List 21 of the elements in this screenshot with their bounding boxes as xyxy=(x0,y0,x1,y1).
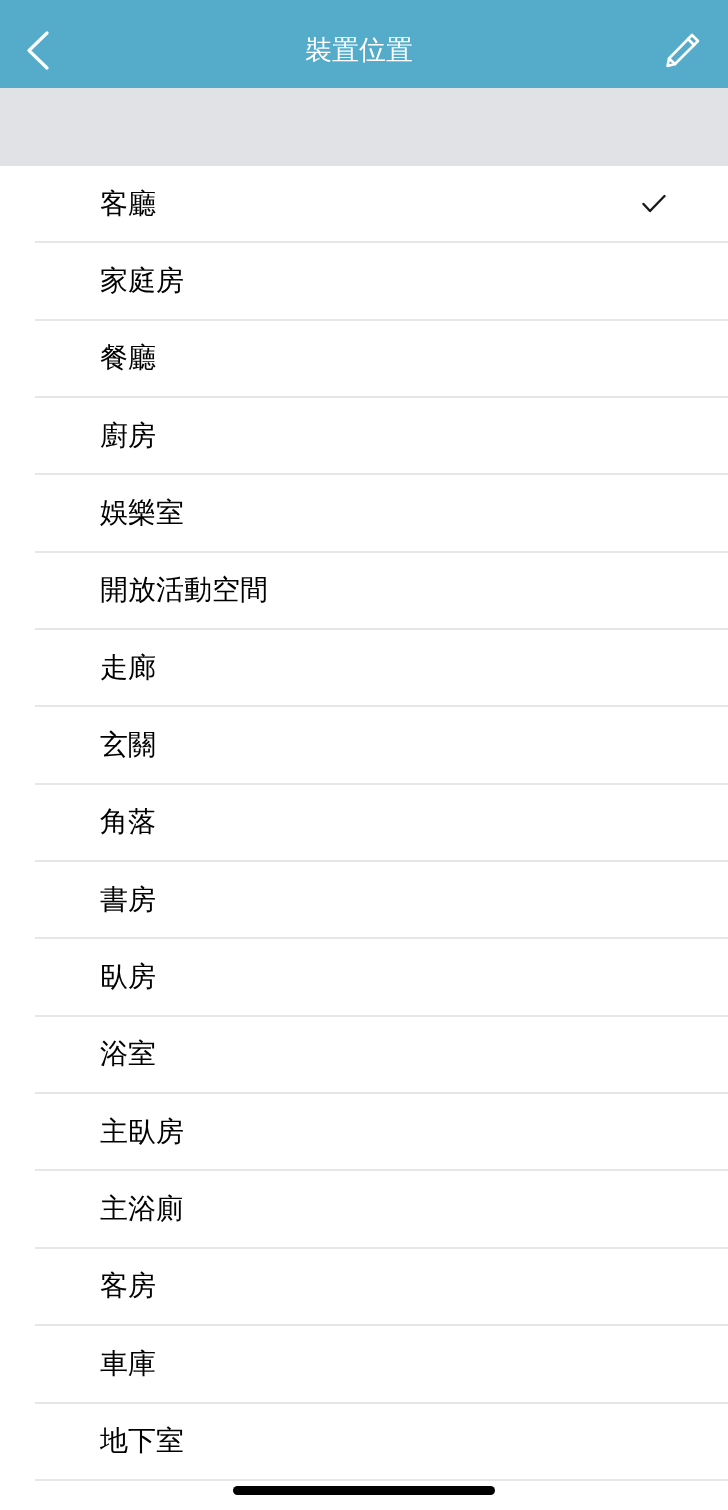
screen-title: 裝置位置 xyxy=(305,36,413,64)
location-option[interactable]: 角落 xyxy=(35,784,728,863)
location-option[interactable]: 玄關 xyxy=(35,707,728,785)
location-option[interactable]: 走廊 xyxy=(35,630,728,708)
location-option[interactable]: 客房 xyxy=(35,1248,728,1327)
location-option[interactable]: 主臥房 xyxy=(35,1094,728,1172)
location-option[interactable]: 浴室 xyxy=(35,1016,728,1095)
location-option[interactable]: 地下室 xyxy=(35,1403,728,1481)
edit-button[interactable] xyxy=(664,31,702,69)
chevron-left-icon xyxy=(26,30,49,70)
location-option[interactable]: 臥房 xyxy=(35,939,728,1017)
location-option[interactable]: 車庫 xyxy=(35,1326,728,1404)
location-option[interactable]: 客廳 xyxy=(35,166,728,244)
location-option[interactable]: 主浴廁 xyxy=(35,1171,728,1249)
location-option[interactable]: 家庭房 xyxy=(35,243,728,321)
location-option[interactable]: 開放活動空間 xyxy=(35,552,728,631)
location-option[interactable]: 餐廳 xyxy=(35,320,728,399)
pencil-icon xyxy=(665,32,701,68)
location-option[interactable]: 廚房 xyxy=(35,398,728,476)
location-option[interactable]: 書房 xyxy=(35,862,728,940)
location-option[interactable]: 娛樂室 xyxy=(35,475,728,553)
